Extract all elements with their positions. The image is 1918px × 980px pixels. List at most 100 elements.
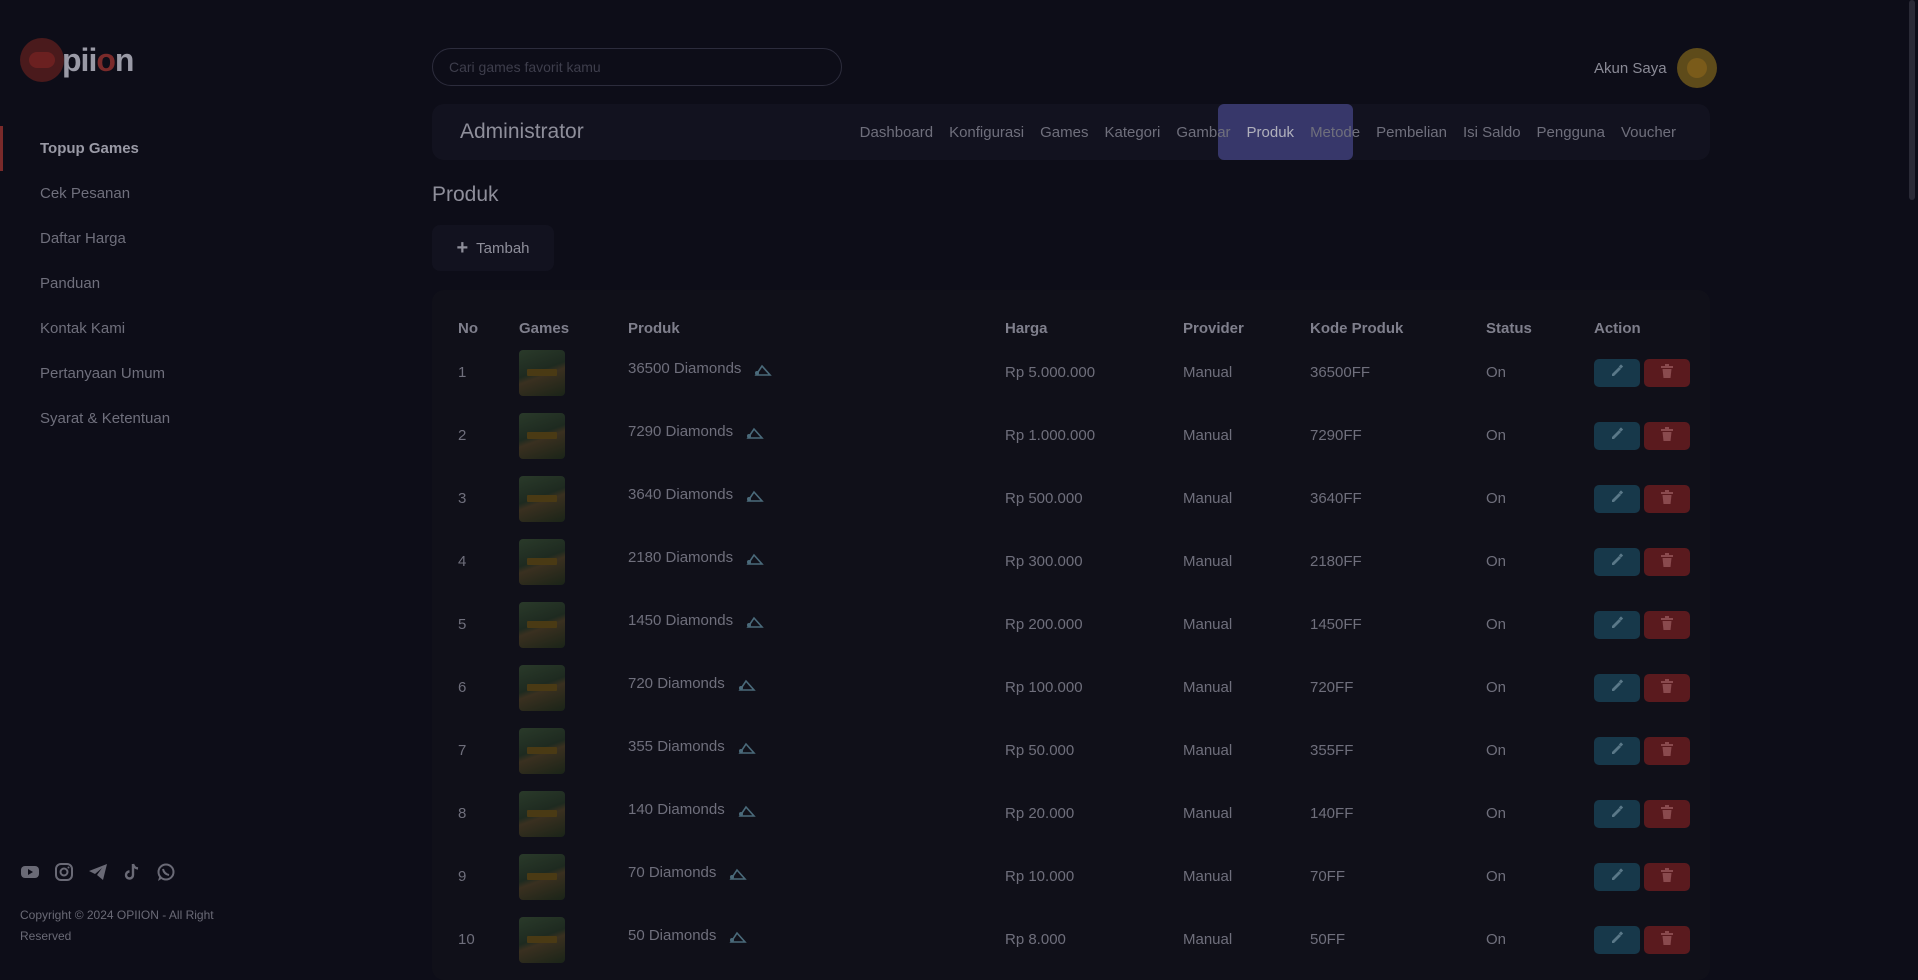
product-code-cell: 50FF xyxy=(1310,931,1346,948)
delete-button[interactable] xyxy=(1644,673,1690,702)
edit-button[interactable] xyxy=(1594,421,1640,450)
sidebar-item-pertanyaan-umum[interactable]: Pertanyaan Umum xyxy=(0,351,420,396)
trash-icon xyxy=(1661,868,1673,885)
avatar[interactable] xyxy=(1676,48,1717,88)
trash-icon xyxy=(1661,553,1673,570)
edit-button[interactable] xyxy=(1594,799,1640,828)
sidebar-item-kontak-kami[interactable]: Kontak Kami xyxy=(0,306,420,351)
logo[interactable]: piion xyxy=(20,38,134,82)
provider-cell: Manual xyxy=(1183,490,1233,507)
tab-voucher[interactable]: Voucher xyxy=(1621,124,1676,141)
tab-pengguna[interactable]: Pengguna xyxy=(1537,124,1605,141)
status-cell: On xyxy=(1486,553,1507,570)
edit-button[interactable] xyxy=(1594,484,1640,513)
sidebar-item-panduan[interactable]: Panduan xyxy=(0,261,420,306)
delete-button[interactable] xyxy=(1644,925,1690,954)
pencil-icon xyxy=(1610,742,1624,759)
action-cell xyxy=(1594,530,1698,593)
delete-button[interactable] xyxy=(1644,610,1690,639)
delete-button[interactable] xyxy=(1644,862,1690,891)
tab-dashboard[interactable]: Dashboard xyxy=(860,124,933,141)
table-row: 7 355 Diamonds Rp 50.000 Manual 355FF On xyxy=(458,719,1698,782)
delete-button[interactable] xyxy=(1644,421,1690,450)
sidebar-item-cek-pesanan[interactable]: Cek Pesanan xyxy=(0,171,420,216)
product-name: 2180 Diamonds xyxy=(628,549,734,566)
row-number: 5 xyxy=(458,616,467,633)
page-title: Produk xyxy=(432,183,499,206)
column-header-action: Action xyxy=(1594,319,1641,337)
product-cell: 36500 Diamonds xyxy=(628,341,1005,404)
trash-icon xyxy=(1661,490,1673,507)
game-thumbnail xyxy=(519,412,565,459)
telegram-icon[interactable] xyxy=(88,862,108,882)
sidebar-item-daftar-harga[interactable]: Daftar Harga xyxy=(0,216,420,261)
account-menu[interactable]: Akun Saya xyxy=(1594,48,1717,88)
delete-button[interactable] xyxy=(1644,736,1690,765)
instagram-icon[interactable] xyxy=(54,862,74,882)
product-cell: 50 Diamonds xyxy=(628,908,1005,971)
provider-cell: Manual xyxy=(1183,364,1233,381)
sidebar-nav: Topup Games Cek Pesanan Daftar Harga Pan… xyxy=(0,126,420,441)
tab-konfigurasi[interactable]: Konfigurasi xyxy=(949,124,1024,141)
game-thumbnail xyxy=(519,664,565,711)
product-code-cell: 7290FF xyxy=(1310,427,1362,444)
delete-button[interactable] xyxy=(1644,547,1690,576)
tab-produk[interactable]: Produk xyxy=(1247,124,1295,141)
row-number: 3 xyxy=(458,490,467,507)
sidebar-item-topup-games[interactable]: Topup Games xyxy=(0,126,420,171)
product-code-cell: 720FF xyxy=(1310,679,1354,696)
column-header-no: No xyxy=(458,319,478,337)
table-header-row: No Games Produk Harga Provider Kode Prod… xyxy=(458,315,1698,341)
delete-button[interactable] xyxy=(1644,484,1690,513)
account-label: Akun Saya xyxy=(1594,59,1667,77)
tab-games[interactable]: Games xyxy=(1040,124,1088,141)
delete-button[interactable] xyxy=(1644,358,1690,387)
table-row: 5 1450 Diamonds Rp 200.000 Manual 1450FF On xyxy=(458,593,1698,656)
page-scrollbar[interactable] xyxy=(1909,0,1915,200)
pencil-icon xyxy=(1610,427,1624,444)
product-table: No Games Produk Harga Provider Kode Prod… xyxy=(458,315,1698,971)
action-cell xyxy=(1594,719,1698,782)
tab-kategori[interactable]: Kategori xyxy=(1104,124,1160,141)
edit-button[interactable] xyxy=(1594,547,1640,576)
copyright-text: Copyright © 2024 OPIION - All Right Rese… xyxy=(20,908,214,943)
edit-button[interactable] xyxy=(1594,862,1640,891)
edit-button[interactable] xyxy=(1594,925,1640,954)
table-row: 4 2180 Diamonds Rp 300.000 Manual 2180FF On xyxy=(458,530,1698,593)
action-cell xyxy=(1594,404,1698,467)
edit-button[interactable] xyxy=(1594,673,1640,702)
edit-button[interactable] xyxy=(1594,610,1640,639)
add-product-button[interactable]: + Tambah xyxy=(432,225,554,271)
product-code-cell: 140FF xyxy=(1310,805,1354,822)
game-cell xyxy=(519,656,628,719)
youtube-icon[interactable] xyxy=(20,862,40,882)
tab-gambar[interactable]: Gambar xyxy=(1176,124,1230,141)
status-cell: On xyxy=(1486,490,1507,507)
sidebar-item-syarat-ketentuan[interactable]: Syarat & Ketentuan xyxy=(0,396,420,441)
tiktok-icon[interactable] xyxy=(122,862,142,882)
game-cell xyxy=(519,782,628,845)
price-cell: Rp 20.000 xyxy=(1005,805,1075,822)
search-input[interactable] xyxy=(432,48,842,86)
game-cell xyxy=(519,341,628,404)
edit-button[interactable] xyxy=(1594,736,1640,765)
product-cell: 2180 Diamonds xyxy=(628,530,1005,593)
price-cell: Rp 8.000 xyxy=(1005,931,1066,948)
product-cell: 7290 Diamonds xyxy=(628,404,1005,467)
delete-button[interactable] xyxy=(1644,799,1690,828)
game-thumbnail xyxy=(519,475,565,522)
game-cell xyxy=(519,719,628,782)
tab-metode[interactable]: Metode xyxy=(1310,124,1360,141)
edit-button[interactable] xyxy=(1594,358,1640,387)
game-cell xyxy=(519,404,628,467)
product-code-cell: 36500FF xyxy=(1310,364,1371,381)
action-cell xyxy=(1594,782,1698,845)
product-table-card: No Games Produk Harga Provider Kode Prod… xyxy=(432,290,1710,980)
tab-pembelian[interactable]: Pembelian xyxy=(1376,124,1447,141)
trash-icon xyxy=(1661,931,1673,948)
whatsapp-icon[interactable] xyxy=(156,862,176,882)
table-row: 2 7290 Diamonds Rp 1.000.000 Manual 7290FF On xyxy=(458,404,1698,467)
product-name: 70 Diamonds xyxy=(628,864,717,881)
tab-isi-saldo[interactable]: Isi Saldo xyxy=(1463,124,1521,141)
action-cell xyxy=(1594,467,1698,530)
